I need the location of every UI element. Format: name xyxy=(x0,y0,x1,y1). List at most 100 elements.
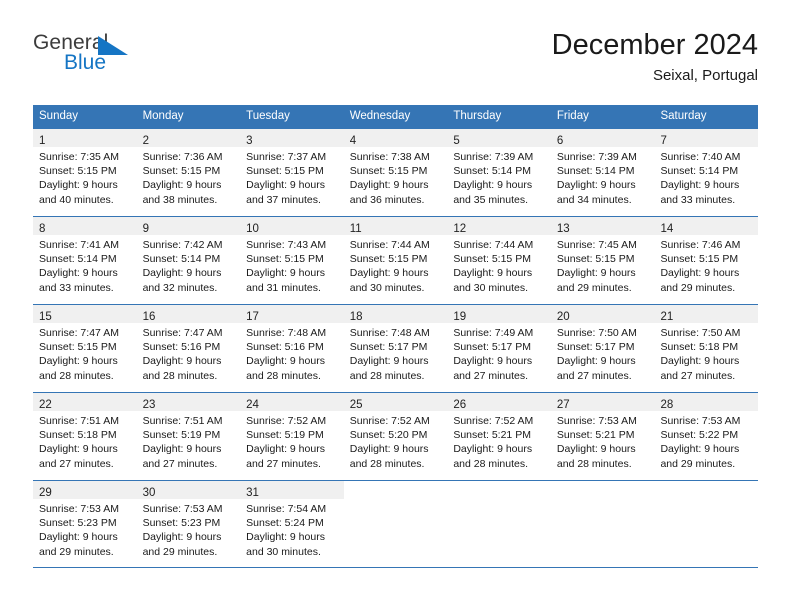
sunset-text: Sunset: 5:24 PM xyxy=(246,517,324,530)
day-details: Sunrise: 7:47 AM Sunset: 5:16 PM Dayligh… xyxy=(137,323,241,383)
daylight-text-line2: and 29 minutes. xyxy=(556,281,632,294)
day-cell[interactable]: 11 Sunrise: 7:44 AM Sunset: 5:15 PM Dayl… xyxy=(343,217,448,304)
day-number-band: 8 xyxy=(33,217,137,235)
day-cell[interactable]: 21 Sunrise: 7:50 AM Sunset: 5:18 PM Dayl… xyxy=(654,305,759,392)
day-cell[interactable]: 1 Sunrise: 7:35 AM Sunset: 5:15 PM Dayli… xyxy=(33,129,137,216)
daylight-text-line1: Daylight: 9 hours xyxy=(142,355,222,368)
sunset-text: Sunset: 5:15 PM xyxy=(246,165,324,178)
daylight-text-line1: Daylight: 9 hours xyxy=(142,443,222,456)
day-cell[interactable]: 17 Sunrise: 7:48 AM Sunset: 5:16 PM Dayl… xyxy=(240,305,344,392)
sunset-text: Sunset: 5:23 PM xyxy=(39,517,117,530)
sunrise-text: Sunrise: 7:53 AM xyxy=(660,415,741,427)
week-row: 1 Sunrise: 7:35 AM Sunset: 5:15 PM Dayli… xyxy=(33,128,759,216)
day-cell[interactable]: 26 Sunrise: 7:52 AM Sunset: 5:21 PM Dayl… xyxy=(447,393,551,480)
weekday-header-thursday: Thursday xyxy=(453,110,502,122)
sunrise-text: Sunrise: 7:44 AM xyxy=(349,239,430,251)
day-number-band: 6 xyxy=(550,129,655,147)
day-cell[interactable]: 22 Sunrise: 7:51 AM Sunset: 5:18 PM Dayl… xyxy=(33,393,137,480)
day-details: Sunrise: 7:37 AM Sunset: 5:15 PM Dayligh… xyxy=(240,147,344,207)
daylight-text-line1: Daylight: 9 hours xyxy=(453,443,533,456)
page-subtitle-location: Seixal, Portugal xyxy=(652,67,758,84)
day-details: Sunrise: 7:51 AM Sunset: 5:19 PM Dayligh… xyxy=(137,411,241,471)
daylight-text-line1: Daylight: 9 hours xyxy=(246,443,325,456)
day-cell[interactable]: 18 Sunrise: 7:48 AM Sunset: 5:17 PM Dayl… xyxy=(343,305,448,392)
day-number: 11 xyxy=(349,223,362,235)
day-cell[interactable]: 13 Sunrise: 7:45 AM Sunset: 5:15 PM Dayl… xyxy=(550,217,655,304)
weekday-header-tuesday: Tuesday xyxy=(246,110,290,122)
week-row: 22 Sunrise: 7:51 AM Sunset: 5:18 PM Dayl… xyxy=(33,392,759,480)
day-details: Sunrise: 7:52 AM Sunset: 5:19 PM Dayligh… xyxy=(240,411,344,471)
daylight-text-line2: and 30 minutes. xyxy=(453,281,529,294)
day-number: 12 xyxy=(453,223,467,235)
daylight-text-line1: Daylight: 9 hours xyxy=(39,531,118,544)
day-cell[interactable]: 12 Sunrise: 7:44 AM Sunset: 5:15 PM Dayl… xyxy=(447,217,551,304)
sunrise-text: Sunrise: 7:53 AM xyxy=(556,415,637,427)
day-number-band: 29 xyxy=(33,481,137,499)
day-cell[interactable]: 9 Sunrise: 7:42 AM Sunset: 5:14 PM Dayli… xyxy=(136,217,241,304)
sunset-text: Sunset: 5:21 PM xyxy=(556,429,635,442)
sunrise-text: Sunrise: 7:41 AM xyxy=(39,239,119,251)
day-number: 19 xyxy=(453,311,467,323)
day-details: Sunrise: 7:36 AM Sunset: 5:15 PM Dayligh… xyxy=(137,147,241,207)
daylight-text-line2: and 34 minutes. xyxy=(556,193,632,206)
day-details: Sunrise: 7:52 AM Sunset: 5:20 PM Dayligh… xyxy=(344,411,448,471)
day-cell[interactable]: 6 Sunrise: 7:39 AM Sunset: 5:14 PM Dayli… xyxy=(550,129,655,216)
sunrise-text: Sunrise: 7:47 AM xyxy=(142,327,223,339)
sunrise-text: Sunrise: 7:37 AM xyxy=(246,151,327,163)
day-cell[interactable]: 4 Sunrise: 7:38 AM Sunset: 5:15 PM Dayli… xyxy=(343,129,448,216)
day-number-band: 26 xyxy=(447,393,551,411)
day-cell[interactable]: 14 Sunrise: 7:46 AM Sunset: 5:15 PM Dayl… xyxy=(654,217,759,304)
day-number: 13 xyxy=(556,223,570,235)
day-details: Sunrise: 7:51 AM Sunset: 5:18 PM Dayligh… xyxy=(33,411,137,471)
daylight-text-line1: Daylight: 9 hours xyxy=(246,267,325,280)
day-number-band: 31 xyxy=(240,481,344,499)
sunrise-text: Sunrise: 7:50 AM xyxy=(556,327,637,339)
daylight-text-line1: Daylight: 9 hours xyxy=(556,355,636,368)
day-cell[interactable]: 25 Sunrise: 7:52 AM Sunset: 5:20 PM Dayl… xyxy=(343,393,448,480)
daylight-text-line1: Daylight: 9 hours xyxy=(349,179,429,192)
sunrise-text: Sunrise: 7:48 AM xyxy=(349,327,430,339)
daylight-text-line2: and 27 minutes. xyxy=(556,369,632,382)
sunset-text: Sunset: 5:15 PM xyxy=(39,341,117,354)
day-number-band: 4 xyxy=(343,129,448,147)
day-cell[interactable]: 5 Sunrise: 7:39 AM Sunset: 5:14 PM Dayli… xyxy=(447,129,551,216)
day-cell[interactable]: 20 Sunrise: 7:50 AM Sunset: 5:17 PM Dayl… xyxy=(550,305,655,392)
day-number-band: 10 xyxy=(240,217,344,235)
sunset-text: Sunset: 5:14 PM xyxy=(660,165,739,178)
sunrise-text: Sunrise: 7:45 AM xyxy=(556,239,637,251)
day-cell[interactable]: 19 Sunrise: 7:49 AM Sunset: 5:17 PM Dayl… xyxy=(447,305,551,392)
day-cell[interactable]: 2 Sunrise: 7:36 AM Sunset: 5:15 PM Dayli… xyxy=(136,129,241,216)
day-cell[interactable]: 3 Sunrise: 7:37 AM Sunset: 5:15 PM Dayli… xyxy=(240,129,344,216)
brand-logo[interactable]: General Blue xyxy=(33,32,233,90)
sunset-text: Sunset: 5:14 PM xyxy=(142,253,221,266)
day-details: Sunrise: 7:44 AM Sunset: 5:15 PM Dayligh… xyxy=(344,235,448,295)
day-cell[interactable]: 30 Sunrise: 7:53 AM Sunset: 5:23 PM Dayl… xyxy=(136,481,241,567)
daylight-text-line2: and 30 minutes. xyxy=(349,281,425,294)
daylight-text-line1: Daylight: 9 hours xyxy=(349,267,429,280)
day-cell[interactable]: 16 Sunrise: 7:47 AM Sunset: 5:16 PM Dayl… xyxy=(136,305,241,392)
day-cell[interactable]: 28 Sunrise: 7:53 AM Sunset: 5:22 PM Dayl… xyxy=(654,393,759,480)
day-number-band: 11 xyxy=(343,217,448,235)
day-details: Sunrise: 7:53 AM Sunset: 5:23 PM Dayligh… xyxy=(33,499,137,559)
daylight-text-line2: and 27 minutes. xyxy=(142,457,218,470)
day-cell[interactable]: 29 Sunrise: 7:53 AM Sunset: 5:23 PM Dayl… xyxy=(33,481,137,567)
day-details: Sunrise: 7:54 AM Sunset: 5:24 PM Dayligh… xyxy=(240,499,344,559)
day-cell[interactable]: 24 Sunrise: 7:52 AM Sunset: 5:19 PM Dayl… xyxy=(240,393,344,480)
daylight-text-line1: Daylight: 9 hours xyxy=(39,267,118,280)
day-number: 18 xyxy=(349,311,363,323)
day-cell[interactable]: 15 Sunrise: 7:47 AM Sunset: 5:15 PM Dayl… xyxy=(33,305,137,392)
week-row: 8 Sunrise: 7:41 AM Sunset: 5:14 PM Dayli… xyxy=(33,216,759,304)
day-number: 8 xyxy=(39,223,46,235)
sunrise-text: Sunrise: 7:46 AM xyxy=(660,239,741,251)
day-cell[interactable]: 7 Sunrise: 7:40 AM Sunset: 5:14 PM Dayli… xyxy=(654,129,759,216)
day-cell-empty xyxy=(550,481,655,567)
day-cell[interactable]: 23 Sunrise: 7:51 AM Sunset: 5:19 PM Dayl… xyxy=(136,393,241,480)
day-cell[interactable]: 10 Sunrise: 7:43 AM Sunset: 5:15 PM Dayl… xyxy=(240,217,344,304)
day-cell[interactable]: 31 Sunrise: 7:54 AM Sunset: 5:24 PM Dayl… xyxy=(240,481,344,567)
day-number-band: 15 xyxy=(33,305,137,323)
daylight-text-line2: and 27 minutes. xyxy=(246,457,321,470)
day-cell[interactable]: 8 Sunrise: 7:41 AM Sunset: 5:14 PM Dayli… xyxy=(33,217,137,304)
day-number: 7 xyxy=(660,135,667,147)
day-number: 14 xyxy=(660,223,674,235)
day-cell[interactable]: 27 Sunrise: 7:53 AM Sunset: 5:21 PM Dayl… xyxy=(550,393,655,480)
